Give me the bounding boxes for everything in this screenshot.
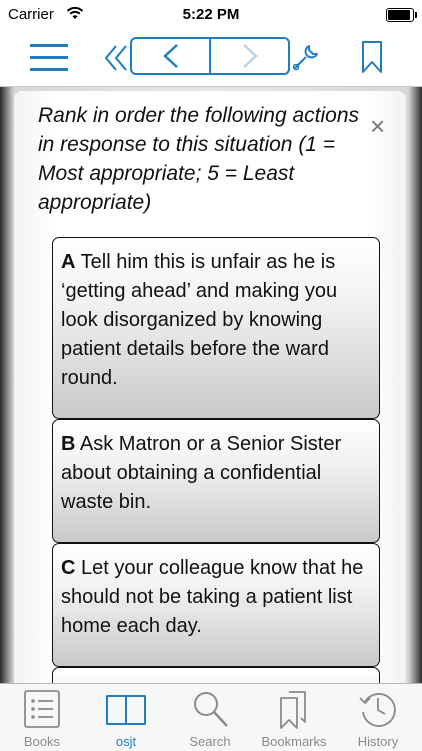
forward-button[interactable] <box>211 39 288 73</box>
tab-bookmarks[interactable]: Bookmarks <box>252 684 336 751</box>
search-icon <box>194 692 228 727</box>
history-icon <box>359 693 396 727</box>
close-icon[interactable]: × <box>370 113 385 139</box>
nav-bar <box>0 30 422 87</box>
option-letter: C <box>61 557 76 579</box>
option-b[interactable]: B Ask Matron or a Senior Sister about ob… <box>52 419 380 543</box>
tab-label: Books <box>23 734 61 749</box>
option-text: Tell him this is unfair as he is ‘gettin… <box>61 251 338 389</box>
option-letter: B <box>61 433 76 455</box>
tab-history[interactable]: History <box>336 684 420 751</box>
tab-label: Bookmarks <box>261 734 327 749</box>
option-d[interactable] <box>52 667 380 683</box>
back-button[interactable] <box>132 39 209 73</box>
battery-icon <box>386 8 417 22</box>
wrench-icon[interactable] <box>291 42 321 72</box>
question-panel: Rank in order the following actions in r… <box>0 87 422 683</box>
book-icon <box>106 695 146 725</box>
option-c[interactable]: C Let your colleague know that he should… <box>52 543 380 667</box>
bookmarks-icon <box>280 691 306 729</box>
tab-bar: Books osjt Search Bookmarks History <box>0 683 422 751</box>
rewind-icon[interactable] <box>104 44 130 72</box>
bookmark-icon[interactable] <box>361 40 383 74</box>
tab-osjt[interactable]: osjt <box>84 684 168 751</box>
option-letter: A <box>61 251 76 273</box>
tab-label: History <box>357 734 399 749</box>
tab-search[interactable]: Search <box>168 684 252 751</box>
tab-label: osjt <box>115 734 137 749</box>
tab-label: Search <box>189 734 231 749</box>
option-text: Ask Matron or a Senior Sister about obta… <box>61 433 342 513</box>
question-prompt: Rank in order the following actions in r… <box>38 104 360 214</box>
tab-books[interactable]: Books <box>0 684 84 751</box>
option-a[interactable]: A Tell him this is unfair as he is ‘gett… <box>52 237 380 419</box>
question-card: Rank in order the following actions in r… <box>14 91 406 683</box>
clock: 5:22 PM <box>182 6 240 23</box>
status-bar: Carrier 5:22 PM <box>0 0 422 30</box>
menu-icon[interactable] <box>30 44 68 72</box>
page-navigator <box>130 37 290 75</box>
list-icon <box>24 690 60 728</box>
option-text: Let your colleague know that he should n… <box>61 557 364 637</box>
